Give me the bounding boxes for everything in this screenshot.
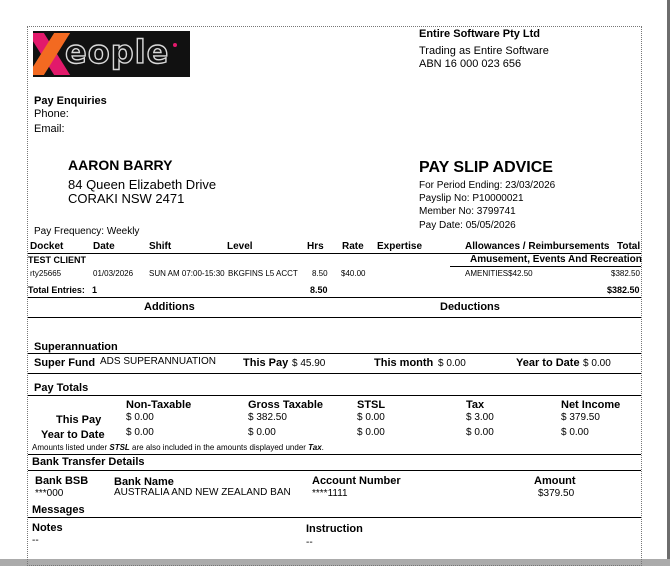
- payslip-page: eople Entire Software Pty Ltd Trading as…: [0, 0, 667, 566]
- ytd-net: $ 0.00: [561, 427, 589, 438]
- pay-totals-rule: [28, 395, 641, 396]
- notes-label: Notes: [32, 522, 63, 534]
- this-pay-tax: $ 3.00: [466, 412, 494, 423]
- pay-frequency: Pay Frequency: Weekly: [34, 226, 140, 237]
- trading-name: Trading as Entire Software: [419, 45, 549, 57]
- super-fund-label: Super Fund: [34, 357, 96, 369]
- client-category: Amusement, Events And Recreation: [470, 254, 642, 265]
- deductions-title: Deductions: [440, 301, 500, 313]
- col-tax: Tax: [466, 399, 485, 411]
- ytd-label: Year to Date: [41, 429, 105, 441]
- client-name: TEST CLIENT: [28, 255, 86, 265]
- address-line-1: 84 Queen Elizabeth Drive: [68, 177, 217, 192]
- bank-name: AUSTRALIA AND NEW ZEALAND BAN: [114, 487, 291, 498]
- ytd-non-taxable: $ 0.00: [126, 427, 154, 438]
- super-this-pay: $ 45.90: [292, 358, 326, 369]
- col-docket: Docket: [30, 241, 64, 252]
- col-total: Total: [617, 241, 641, 252]
- ytd-stsl: $ 0.00: [357, 427, 385, 438]
- instruction-value: --: [306, 537, 313, 548]
- total-entries-label: Total Entries:: [28, 285, 85, 295]
- add-ded-rule: [28, 317, 641, 318]
- row-date: 01/03/2026: [93, 269, 134, 278]
- col-date: Date: [93, 241, 115, 252]
- pay-date: Pay Date: 05/05/2026: [419, 220, 516, 231]
- instruction-label: Instruction: [306, 523, 363, 535]
- row-total: $382.50: [611, 269, 640, 278]
- bank-bsb: ***000: [35, 488, 64, 499]
- row-hrs: 8.50: [312, 269, 328, 278]
- super-ytd-label: Year to Date: [516, 357, 580, 369]
- address-line-2: CORAKI NSW 2471: [68, 191, 185, 206]
- payslip-title: PAY SLIP ADVICE: [419, 159, 553, 176]
- row-shift: SUN AM 07:00-15:30: [149, 269, 225, 278]
- this-pay-non-taxable: $ 0.00: [126, 412, 154, 423]
- col-rate: Rate: [342, 241, 364, 252]
- bank-bsb-label: Bank BSB: [35, 475, 89, 487]
- row-rate: $40.00: [341, 269, 366, 278]
- this-pay-label: This Pay: [56, 414, 102, 426]
- col-expertise: Expertise: [377, 241, 423, 252]
- messages-rule: [28, 517, 641, 518]
- totals-rule: [28, 297, 641, 298]
- bank-rule: [28, 470, 641, 471]
- pay-enquiries-title: Pay Enquiries: [34, 95, 107, 107]
- col-net-income: Net Income: [561, 399, 621, 411]
- row-docket: rty25665: [30, 269, 62, 278]
- col-level: Level: [227, 241, 253, 252]
- this-pay-gross-taxable: $ 382.50: [248, 412, 287, 423]
- col-non-taxable: Non-Taxable: [126, 399, 192, 411]
- company-logo: eople: [33, 31, 190, 77]
- super-this-month: $ 0.00: [438, 358, 466, 369]
- additions-title: Additions: [144, 301, 195, 313]
- row-allowance: AMENITIES$42.50: [465, 269, 533, 278]
- abn: ABN 16 000 023 656: [419, 58, 522, 70]
- category-rule: [450, 266, 641, 267]
- messages-title: Messages: [32, 504, 85, 516]
- payslip-number: Payslip No: P10000021: [419, 193, 524, 204]
- phone-label: Phone:: [34, 108, 69, 120]
- total-hrs: 8.50: [310, 285, 328, 295]
- row-level: BKGFINS L5 ACCT: [228, 269, 298, 278]
- ytd-tax: $ 0.00: [466, 427, 494, 438]
- super-bottom-rule: [28, 373, 641, 374]
- this-pay-net: $ 379.50: [561, 412, 600, 423]
- employee-name: AARON BARRY: [68, 157, 173, 173]
- notes-value: --: [32, 535, 39, 546]
- stsl-note: Amounts listed under STSL are also inclu…: [32, 443, 324, 452]
- super-this-month-label: This month: [374, 357, 434, 369]
- amount-label: Amount: [534, 475, 576, 487]
- company-name: Entire Software Pty Ltd: [419, 28, 541, 40]
- col-hrs: Hrs: [307, 241, 324, 252]
- super-ytd: $ 0.00: [583, 358, 611, 369]
- ytd-gross-taxable: $ 0.00: [248, 427, 276, 438]
- account-number: ****1111: [312, 488, 348, 499]
- super-rule: [28, 353, 641, 354]
- this-pay-stsl: $ 0.00: [357, 412, 385, 423]
- account-number-label: Account Number: [312, 475, 401, 487]
- pay-totals-bottom-rule: [28, 454, 641, 455]
- col-stsl: STSL: [357, 399, 386, 411]
- amount: $379.50: [538, 488, 575, 499]
- super-this-pay-label: This Pay: [243, 357, 289, 369]
- superannuation-title: Superannuation: [34, 341, 118, 353]
- bank-title: Bank Transfer Details: [32, 456, 145, 468]
- col-gross-taxable: Gross Taxable: [248, 399, 323, 411]
- col-allowances: Allowances / Reimbursements: [465, 241, 610, 252]
- total-entries-count: 1: [92, 285, 98, 295]
- col-shift: Shift: [149, 241, 172, 252]
- email-label: Email:: [34, 123, 65, 135]
- super-fund-name: ADS SUPERANNUATION: [100, 356, 216, 367]
- grand-total: $382.50: [607, 285, 640, 295]
- pay-totals-title: Pay Totals: [34, 382, 89, 394]
- period-ending: For Period Ending: 23/03/2026: [419, 180, 556, 191]
- member-number: Member No: 3799741: [419, 206, 516, 217]
